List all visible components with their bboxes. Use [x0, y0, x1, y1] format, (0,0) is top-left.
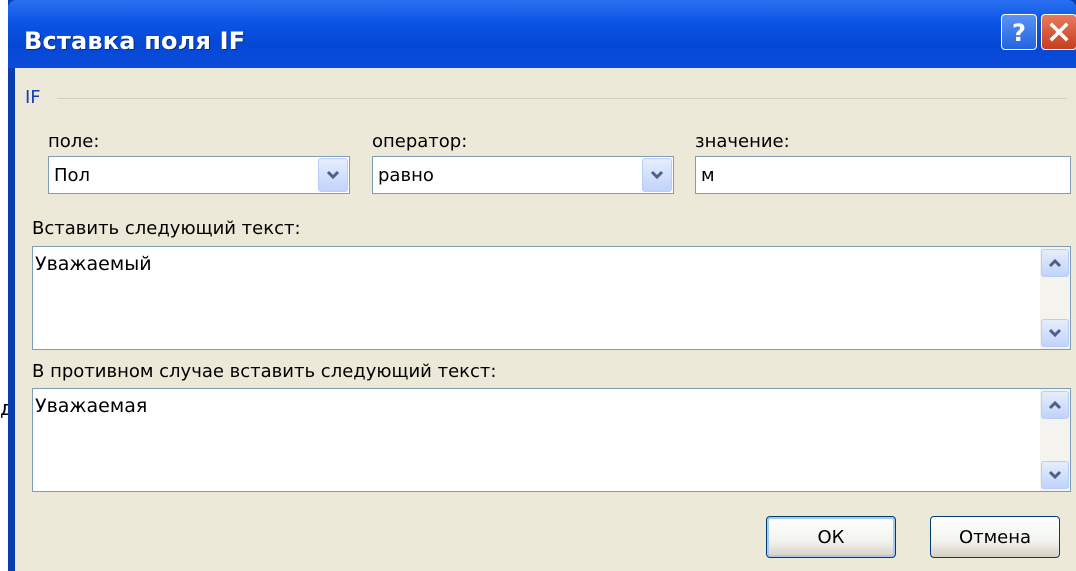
chevron-down-icon — [1048, 328, 1062, 338]
else-text-label: В противном случае вставить следующий те… — [32, 361, 497, 382]
group-divider — [57, 98, 1067, 99]
operator-dropdown-button[interactable] — [642, 158, 672, 192]
group-title: IF — [25, 87, 41, 108]
operator-label: оператор: — [372, 131, 468, 152]
field-select[interactable]: Пол — [48, 156, 350, 194]
value-input-text: м — [701, 165, 715, 186]
operator-select-value: равно — [378, 165, 434, 186]
chevron-down-icon — [650, 170, 664, 180]
scroll-up-button[interactable] — [1041, 391, 1069, 419]
dialog-body: IF поле: Пол оператор: равно значение: м — [15, 68, 1076, 571]
close-button[interactable] — [1041, 14, 1076, 50]
field-dropdown-button[interactable] — [318, 158, 348, 192]
chevron-down-icon — [1048, 470, 1062, 480]
value-input[interactable]: м — [695, 156, 1071, 194]
chevron-up-icon — [1048, 258, 1062, 268]
chevron-up-icon — [1048, 400, 1062, 410]
title-bar[interactable]: Вставка поля IF ? — [8, 0, 1076, 68]
ok-button[interactable]: ОК — [766, 516, 896, 558]
else-text-value: Уважаемая — [35, 395, 148, 417]
field-select-value: Пол — [54, 165, 91, 186]
insert-if-field-dialog: Вставка поля IF ? IF поле: Пол оператор: — [8, 0, 1076, 571]
svg-text:?: ? — [1012, 19, 1026, 45]
scroll-down-button[interactable] — [1041, 461, 1069, 489]
cancel-button[interactable]: Отмена — [930, 516, 1060, 558]
insert-text-scrollbar[interactable] — [1040, 247, 1070, 349]
field-label: поле: — [48, 131, 100, 152]
else-text-scrollbar[interactable] — [1040, 389, 1070, 491]
dialog-title: Вставка поля IF — [24, 27, 246, 55]
insert-text-value: Уважаемый — [35, 253, 152, 275]
question-mark-icon: ? — [1012, 19, 1026, 45]
operator-select[interactable]: равно — [372, 156, 674, 194]
value-label: значение: — [695, 131, 790, 152]
else-text-area[interactable]: Уважаемая — [32, 388, 1071, 492]
help-button[interactable]: ? — [1001, 14, 1037, 50]
close-icon — [1049, 22, 1069, 42]
insert-text-area[interactable]: Уважаемый — [32, 246, 1071, 350]
chevron-down-icon — [326, 170, 340, 180]
scroll-up-button[interactable] — [1041, 249, 1069, 277]
insert-text-label: Вставить следующий текст: — [32, 218, 301, 239]
scroll-down-button[interactable] — [1041, 319, 1069, 347]
